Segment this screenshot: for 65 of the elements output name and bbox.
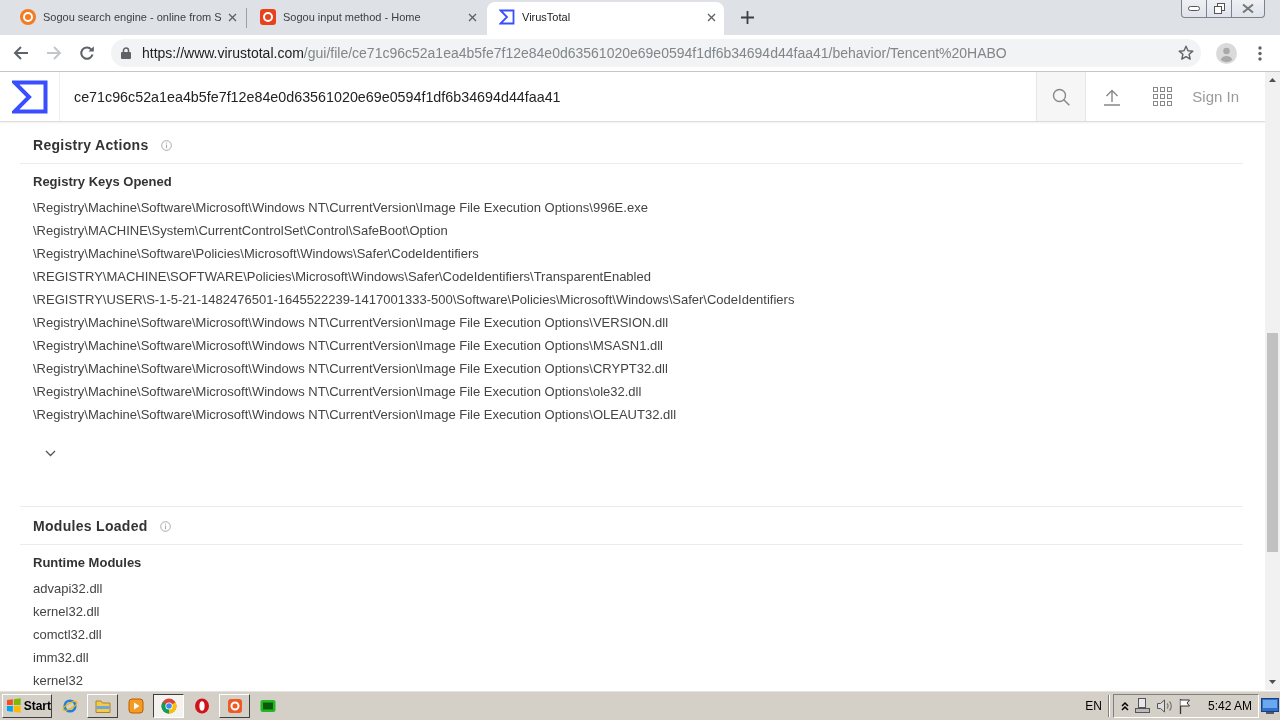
list-entry: \Registry\MACHINE\System\CurrentControlSet\Control\SafeBoot\Option — [33, 223, 448, 239]
list-entry: \REGISTRY\MACHINE\SOFTWARE\Policies\Microsoft\Windows\Safer\CodeIdentifiers\TransparentEnabled — [33, 269, 651, 285]
new-tab-icon[interactable] — [741, 11, 754, 24]
list-entry: kernel32 — [33, 673, 83, 689]
address-field[interactable]: https://www.virustotal.com/gui/file/ce71c96c52a1ea4b5fe7f12e84e0d63561020e69e0594f1df6b34694d44faa41/behavior/Tencent%20HABO — [111, 39, 1201, 67]
tray-expand-icon[interactable] — [1120, 700, 1129, 711]
scroll-down-arrow-icon[interactable] — [1269, 680, 1276, 684]
ring-icon — [193, 697, 210, 714]
list-entry: \Registry\Machine\Software\Microsoft\Windows NT\CurrentVersion\Image File Execution Options\MSASN1.dll — [33, 338, 663, 354]
list-entry: advapi32.dll — [33, 581, 103, 597]
network-icon[interactable] — [1133, 697, 1151, 714]
language-indicator[interactable]: EN — [1085, 698, 1102, 713]
lock-icon — [121, 47, 131, 59]
list-entry: kernel32.dll — [33, 604, 100, 620]
list-entry: imm32.dll — [33, 650, 89, 666]
ring-tile-icon — [226, 697, 243, 714]
list-entry: \Registry\Machine\Software\Microsoft\Windows NT\CurrentVersion\Image File Execution Options\OLEAUT32.dll — [33, 407, 677, 423]
apps-grid-icon[interactable] — [1153, 87, 1173, 106]
show-desktop-icon[interactable] — [1261, 697, 1279, 714]
close-icon — [1242, 4, 1254, 13]
close-icon[interactable] — [228, 12, 237, 22]
bookmark-star-icon[interactable] — [1178, 45, 1194, 61]
subsection-title: Registry Keys Opened — [33, 174, 173, 190]
search-field[interactable]: ce71c96c52a1ea4b5fe7f12e84e0d63561020e69e0594f1df6b34694d44faa41 — [60, 72, 1037, 121]
subsection-title: Runtime Modules — [33, 555, 143, 571]
clock: 5:42 AM — [1207, 698, 1252, 713]
flag-icon[interactable] — [1177, 697, 1193, 714]
folder-icon — [94, 697, 111, 714]
list-entry: \Registry\Machine\Software\Microsoft\Windows NT\CurrentVersion\Image File Execution Options\CRYPT32.dll — [33, 361, 668, 377]
start-button[interactable]: Start — [2, 693, 52, 718]
browser-tab[interactable]: Sogou search engine - online from S — [8, 2, 245, 35]
list-entry: \Registry\Machine\Software\Policies\Microsoft\Windows\Safer\CodeIdentifiers — [33, 246, 479, 262]
play-icon — [127, 697, 144, 714]
chevron-down-icon[interactable] — [45, 450, 56, 457]
section-title: Registry Actions — [33, 136, 149, 153]
search-icon — [1052, 87, 1071, 106]
orbit-icon — [61, 697, 78, 714]
menu-icon[interactable] — [1258, 45, 1262, 61]
scroll-up-arrow-icon[interactable] — [1269, 78, 1276, 82]
tv-icon — [259, 697, 276, 714]
segmented-circle-icon — [160, 697, 177, 714]
square-logo-icon — [260, 9, 276, 25]
sigma-logo-icon[interactable] — [11, 79, 48, 114]
start-logo-icon — [6, 698, 22, 713]
browser-tab[interactable]: Sogou input method - Home — [248, 2, 485, 35]
list-entry: \REGISTRY\USER\S-1-5-21-1482476501-1645522239-1417001333-500\Software\Policies\Microsoft\Windows\Safer\CodeIdentifiers — [33, 292, 795, 308]
close-icon[interactable] — [707, 12, 716, 22]
list-entry: comctl32.dll — [33, 627, 102, 643]
minimize-icon — [1188, 6, 1200, 11]
taskbar-app-button[interactable] — [153, 693, 184, 718]
list-entry: \Registry\Machine\Software\Microsoft\Windows NT\CurrentVersion\Image File Execution Options\ole32.dll — [33, 384, 642, 400]
sigma-logo-icon — [499, 9, 515, 25]
round-logo-icon — [20, 9, 36, 25]
list-entry: \Registry\Machine\Software\Microsoft\Windows NT\CurrentVersion\Image File Execution Options\996E.exe — [33, 200, 648, 216]
scrollbar-thumb[interactable] — [1267, 333, 1278, 552]
url-text: https://www.virustotal.com/gui/file/ce71c96c52a1ea4b5fe7f12e84e0d63561020e69e0594f1df6b34694d44faa41/behavior/Tencent%20HABO — [142, 45, 1007, 61]
browser-tab[interactable]: VirusTotal — [487, 2, 724, 35]
back-arrow-icon[interactable] — [13, 45, 29, 61]
restore-icon — [1213, 3, 1225, 14]
reload-icon[interactable] — [79, 45, 95, 61]
upload-icon[interactable] — [1103, 87, 1122, 106]
speaker-icon[interactable] — [1155, 697, 1173, 714]
close-icon[interactable] — [468, 12, 477, 22]
section-title: Modules Loaded — [33, 517, 148, 534]
list-entry: \Registry\Machine\Software\Microsoft\Windows NT\CurrentVersion\Image File Execution Options\VERSION.dll — [33, 315, 669, 331]
